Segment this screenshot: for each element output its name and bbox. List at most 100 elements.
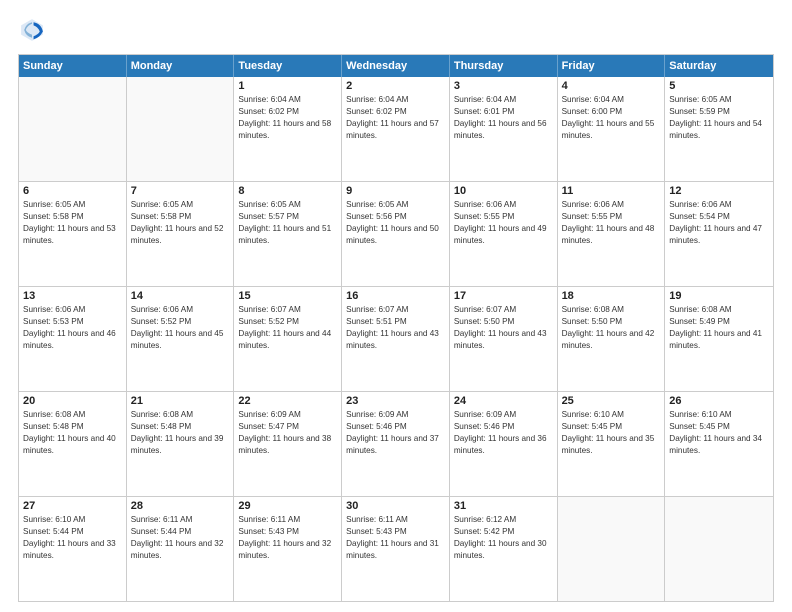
- day-number: 24: [454, 395, 553, 407]
- day-number: 29: [238, 500, 337, 512]
- daylight-text: Daylight: 11 hours and 39 minutes.: [131, 433, 230, 457]
- sunset-text: Sunset: 5:50 PM: [562, 316, 661, 328]
- sunrise-text: Sunrise: 6:10 AM: [669, 409, 769, 421]
- sunset-text: Sunset: 5:56 PM: [346, 211, 445, 223]
- logo: [18, 16, 50, 44]
- sunrise-text: Sunrise: 6:05 AM: [669, 94, 769, 106]
- calendar-cell: 23Sunrise: 6:09 AMSunset: 5:46 PMDayligh…: [342, 392, 450, 496]
- sunset-text: Sunset: 5:46 PM: [346, 421, 445, 433]
- calendar-body: 1Sunrise: 6:04 AMSunset: 6:02 PMDaylight…: [19, 77, 773, 601]
- header-day-monday: Monday: [127, 55, 235, 77]
- day-number: 2: [346, 80, 445, 92]
- sunset-text: Sunset: 5:52 PM: [238, 316, 337, 328]
- day-number: 4: [562, 80, 661, 92]
- daylight-text: Daylight: 11 hours and 51 minutes.: [238, 223, 337, 247]
- day-number: 12: [669, 185, 769, 197]
- sunset-text: Sunset: 5:44 PM: [23, 526, 122, 538]
- day-number: 11: [562, 185, 661, 197]
- calendar-cell: 12 Sunrise: 6:06 AMSunset: 5:54 PMDayligh…: [665, 182, 773, 286]
- sunrise-text: Sunrise: 6:06 AM: [562, 199, 661, 211]
- sunrise-text: Sunrise: 6:07 AM: [238, 304, 337, 316]
- day-number: 9: [346, 185, 445, 197]
- daylight-text: Daylight: 11 hours and 50 minutes.: [346, 223, 445, 247]
- logo-icon: [18, 16, 46, 44]
- calendar-week-4: 20Sunrise: 6:08 AMSunset: 5:48 PMDayligh…: [19, 392, 773, 497]
- sunrise-text: Sunrise: 6:12 AM: [454, 514, 553, 526]
- sunset-text: Sunset: 5:43 PM: [346, 526, 445, 538]
- daylight-text: Daylight: 11 hours and 52 minutes.: [131, 223, 230, 247]
- sunset-text: Sunset: 5:54 PM: [669, 211, 769, 223]
- day-number: 14: [131, 290, 230, 302]
- calendar-cell: 25 Sunrise: 6:10 AMSunset: 5:45 PMDayligh…: [558, 392, 666, 496]
- daylight-text: Daylight: 11 hours and 34 minutes.: [669, 433, 769, 457]
- sunrise-text: Sunrise: 6:06 AM: [669, 199, 769, 211]
- sunrise-text: Sunrise: 6:08 AM: [23, 409, 122, 421]
- day-number: 28: [131, 500, 230, 512]
- daylight-text: Daylight: 11 hours and 53 minutes.: [23, 223, 122, 247]
- sunset-text: Sunset: 5:59 PM: [669, 106, 769, 118]
- day-number: 26: [669, 395, 769, 407]
- day-number: 25: [562, 395, 661, 407]
- header-day-friday: Friday: [558, 55, 666, 77]
- calendar-cell: 30Sunrise: 6:11 AMSunset: 5:43 PMDayligh…: [342, 497, 450, 601]
- day-number: 8: [238, 185, 337, 197]
- header-day-saturday: Saturday: [665, 55, 773, 77]
- calendar-cell: 11Sunrise: 6:06 AMSunset: 5:55 PMDayligh…: [558, 182, 666, 286]
- sunset-text: Sunset: 5:55 PM: [454, 211, 553, 223]
- day-number: 16: [346, 290, 445, 302]
- daylight-text: Daylight: 11 hours and 41 minutes.: [669, 328, 769, 352]
- calendar-cell: 18Sunrise: 6:08 AMSunset: 5:50 PMDayligh…: [558, 287, 666, 391]
- daylight-text: Daylight: 11 hours and 47 minutes.: [669, 223, 769, 247]
- day-number: 22: [238, 395, 337, 407]
- daylight-text: Daylight: 11 hours and 43 minutes.: [454, 328, 553, 352]
- sunrise-text: Sunrise: 6:07 AM: [454, 304, 553, 316]
- sunset-text: Sunset: 5:45 PM: [562, 421, 661, 433]
- calendar-cell: [127, 77, 235, 181]
- calendar-cell: 8 Sunrise: 6:05 AMSunset: 5:57 PMDaylight…: [234, 182, 342, 286]
- daylight-text: Daylight: 11 hours and 35 minutes.: [562, 433, 661, 457]
- daylight-text: Daylight: 11 hours and 49 minutes.: [454, 223, 553, 247]
- calendar-cell: 15Sunrise: 6:07 AMSunset: 5:52 PMDayligh…: [234, 287, 342, 391]
- day-number: 5: [669, 80, 769, 92]
- daylight-text: Daylight: 11 hours and 32 minutes.: [131, 538, 230, 562]
- sunrise-text: Sunrise: 6:05 AM: [346, 199, 445, 211]
- header-day-tuesday: Tuesday: [234, 55, 342, 77]
- sunset-text: Sunset: 5:48 PM: [131, 421, 230, 433]
- sunrise-text: Sunrise: 6:07 AM: [346, 304, 445, 316]
- sunset-text: Sunset: 5:44 PM: [131, 526, 230, 538]
- calendar-cell: 13Sunrise: 6:06 AMSunset: 5:53 PMDayligh…: [19, 287, 127, 391]
- calendar-cell: 22Sunrise: 6:09 AMSunset: 5:47 PMDayligh…: [234, 392, 342, 496]
- sunrise-text: Sunrise: 6:05 AM: [23, 199, 122, 211]
- sunrise-text: Sunrise: 6:11 AM: [131, 514, 230, 526]
- sunrise-text: Sunrise: 6:08 AM: [669, 304, 769, 316]
- calendar-cell: 4Sunrise: 6:04 AMSunset: 6:00 PMDaylight…: [558, 77, 666, 181]
- calendar-cell: 7Sunrise: 6:05 AMSunset: 5:58 PMDaylight…: [127, 182, 235, 286]
- sunset-text: Sunset: 5:57 PM: [238, 211, 337, 223]
- calendar-week-2: 6Sunrise: 6:05 AMSunset: 5:58 PMDaylight…: [19, 182, 773, 287]
- calendar-cell: 31Sunrise: 6:12 AMSunset: 5:42 PMDayligh…: [450, 497, 558, 601]
- sunrise-text: Sunrise: 6:05 AM: [238, 199, 337, 211]
- day-number: 13: [23, 290, 122, 302]
- day-number: 6: [23, 185, 122, 197]
- sunrise-text: Sunrise: 6:10 AM: [23, 514, 122, 526]
- calendar-cell: 26Sunrise: 6:10 AMSunset: 5:45 PMDayligh…: [665, 392, 773, 496]
- calendar-cell: [558, 497, 666, 601]
- sunrise-text: Sunrise: 6:08 AM: [131, 409, 230, 421]
- header-day-wednesday: Wednesday: [342, 55, 450, 77]
- calendar-cell: 3Sunrise: 6:04 AMSunset: 6:01 PMDaylight…: [450, 77, 558, 181]
- sunrise-text: Sunrise: 6:09 AM: [238, 409, 337, 421]
- sunset-text: Sunset: 5:50 PM: [454, 316, 553, 328]
- day-number: 17: [454, 290, 553, 302]
- sunrise-text: Sunrise: 6:04 AM: [562, 94, 661, 106]
- calendar-cell: 27Sunrise: 6:10 AMSunset: 5:44 PMDayligh…: [19, 497, 127, 601]
- sunrise-text: Sunrise: 6:06 AM: [23, 304, 122, 316]
- sunrise-text: Sunrise: 6:10 AM: [562, 409, 661, 421]
- day-number: 31: [454, 500, 553, 512]
- sunset-text: Sunset: 5:51 PM: [346, 316, 445, 328]
- calendar-cell: 28 Sunrise: 6:11 AMSunset: 5:44 PMDayligh…: [127, 497, 235, 601]
- sunset-text: Sunset: 6:00 PM: [562, 106, 661, 118]
- header-day-sunday: Sunday: [19, 55, 127, 77]
- calendar-cell: 29Sunrise: 6:11 AMSunset: 5:43 PMDayligh…: [234, 497, 342, 601]
- calendar-week-3: 13Sunrise: 6:06 AMSunset: 5:53 PMDayligh…: [19, 287, 773, 392]
- calendar-cell: 20Sunrise: 6:08 AMSunset: 5:48 PMDayligh…: [19, 392, 127, 496]
